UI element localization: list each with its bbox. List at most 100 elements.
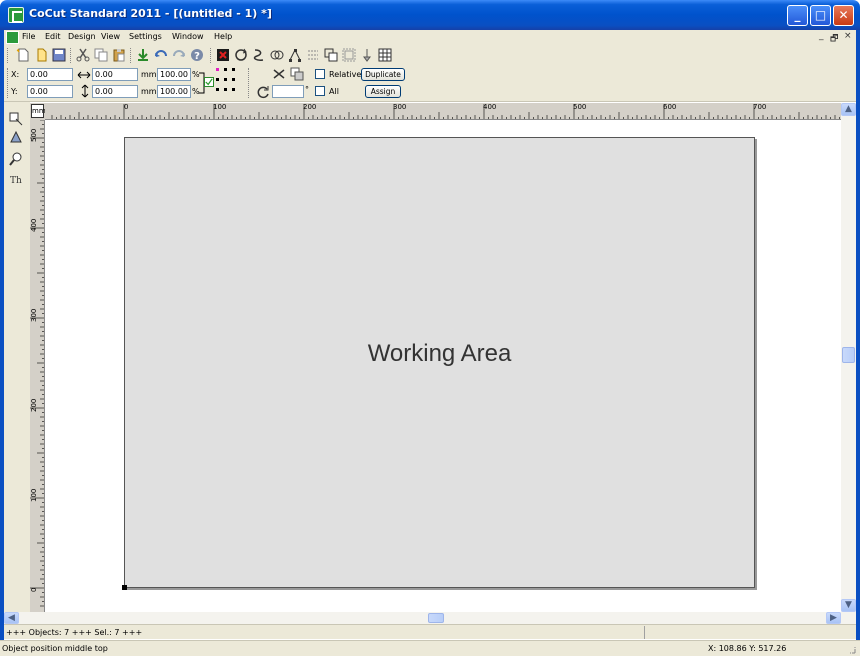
group-icon[interactable]	[324, 48, 338, 62]
contour-icon[interactable]	[342, 48, 356, 62]
window-frame-right	[856, 30, 860, 640]
ruler-y-tick-400: 400	[30, 218, 38, 232]
scroll-right-button[interactable]: ▶	[826, 612, 841, 624]
weld-icon[interactable]	[270, 48, 284, 62]
working-area[interactable]: Working Area	[124, 137, 755, 588]
scroll-left-button[interactable]: ◀	[4, 612, 19, 624]
document-icon[interactable]	[6, 31, 19, 44]
relative-label: Relative	[329, 70, 362, 79]
plot-icon[interactable]	[360, 48, 374, 62]
window-title: CoCut Standard 2011 - [(untitled - 1) *]	[29, 7, 272, 20]
width-input[interactable]: 0.00	[92, 68, 138, 81]
menu-view[interactable]: View	[101, 32, 120, 41]
app-icon[interactable]	[8, 7, 24, 23]
scroll-down-button[interactable]: ▼	[841, 599, 856, 612]
copy-icon[interactable]	[94, 48, 108, 62]
minimize-button[interactable]: _	[787, 5, 808, 26]
vertical-scrollbar[interactable]: ▲ ▼	[841, 103, 856, 612]
shape-tool-icon[interactable]	[9, 130, 23, 144]
rotate-angle-icon	[257, 86, 269, 99]
paste-icon[interactable]	[112, 48, 126, 62]
cut-icon[interactable]	[76, 48, 90, 62]
help-icon[interactable]: ?	[190, 48, 204, 62]
maximize-button[interactable]: □	[810, 5, 831, 26]
all-checkbox[interactable]	[315, 86, 325, 96]
duplicate-icon[interactable]	[290, 67, 304, 81]
width-arrow-icon	[77, 71, 91, 79]
drawing-canvas[interactable]: Working Area	[45, 120, 841, 612]
ruler-x-tick-0: 0	[124, 103, 129, 111]
x-label: X:	[11, 70, 20, 79]
resize-grip-icon[interactable]	[846, 644, 856, 654]
cursor-coordinates: X: 108.86 Y: 517.26	[708, 644, 787, 653]
relative-checkbox[interactable]	[315, 69, 325, 79]
horizontal-scroll-thumb[interactable]	[428, 613, 444, 623]
optimize-icon[interactable]	[306, 48, 320, 62]
menu-file[interactable]: File	[22, 32, 35, 41]
ruler-x-tick-700: 700	[753, 103, 767, 111]
open-icon[interactable]	[34, 48, 48, 62]
ruler-y-tick-200: 200	[30, 398, 38, 412]
width-scale-input[interactable]: 100.00	[157, 68, 191, 81]
horizontal-scrollbar[interactable]: ◀ ▶	[4, 612, 856, 624]
ruler-x-tick-400: 400	[483, 103, 497, 111]
svg-text:?: ?	[194, 51, 200, 62]
mdi-close-button[interactable]: ×	[844, 31, 852, 41]
height-input[interactable]: 0.00	[92, 85, 138, 98]
menu-edit[interactable]: Edit	[45, 32, 61, 41]
delete-icon[interactable]	[216, 48, 230, 62]
assign-button[interactable]: Assign	[365, 85, 401, 98]
ruler-y-tick-100: 100	[30, 488, 38, 502]
rotation-angle-input[interactable]	[272, 85, 304, 98]
title-bar: CoCut Standard 2011 - [(untitled - 1) *]…	[0, 0, 860, 30]
ruler-y-tick-300: 300	[30, 308, 38, 322]
horizontal-ruler-ticks	[51, 104, 840, 119]
menu-settings[interactable]: Settings	[129, 32, 162, 41]
mirror-icon[interactable]	[272, 67, 286, 81]
ruler-unit-selector[interactable]: mm	[31, 104, 46, 118]
svg-text:Th: Th	[10, 176, 22, 186]
trace-icon[interactable]	[252, 48, 266, 62]
height-arrow-icon	[81, 84, 89, 98]
ruler-y-tick-500: 500	[30, 128, 38, 142]
mdi-minimize-button[interactable]: _	[819, 31, 824, 41]
scroll-up-button[interactable]: ▲	[841, 103, 856, 116]
menu-window[interactable]: Window	[172, 32, 204, 41]
toolbar-separator	[130, 48, 132, 63]
node-icon[interactable]	[288, 48, 302, 62]
import-icon[interactable]	[136, 48, 150, 62]
save-icon[interactable]	[52, 48, 66, 62]
y-position-input[interactable]: 0.00	[27, 85, 73, 98]
undo-icon[interactable]	[154, 48, 168, 62]
height-unit-label: mm	[141, 87, 157, 96]
horizontal-ruler[interactable]: 0 100 200 300 400 500 600 700	[45, 103, 841, 120]
ruler-x-tick-200: 200	[303, 103, 317, 111]
ruler-x-tick-100: 100	[213, 103, 227, 111]
duplicate-button[interactable]: Duplicate	[361, 68, 405, 81]
origin-marker	[122, 585, 127, 590]
ruler-y-tick-0: 0	[30, 587, 38, 592]
grid-icon[interactable]	[378, 48, 392, 62]
reference-point-selector[interactable]	[216, 68, 238, 94]
toolbar-separator	[210, 48, 212, 63]
rotate-icon[interactable]	[234, 48, 248, 62]
y-label: Y:	[11, 87, 18, 96]
new-icon[interactable]	[16, 48, 30, 62]
menu-bar: File Edit Design View Settings Window He…	[4, 30, 856, 45]
select-tool-icon[interactable]	[9, 112, 23, 126]
vertical-ruler[interactable]: 500 400 300 200 100 0	[30, 120, 45, 612]
redo-icon[interactable]	[172, 48, 186, 62]
width-unit-label: mm	[141, 70, 157, 79]
toolbar-grip	[7, 48, 9, 63]
x-position-input[interactable]: 0.00	[27, 68, 73, 81]
toolbar-separator	[248, 68, 250, 98]
close-button[interactable]: ✕	[833, 5, 854, 26]
vertical-scroll-thumb[interactable]	[842, 347, 855, 363]
text-tool-icon[interactable]: Th	[9, 172, 23, 186]
height-scale-input[interactable]: 100.00	[157, 85, 191, 98]
tool-palette: Th	[4, 102, 30, 612]
menu-design[interactable]: Design	[68, 32, 96, 41]
zoom-tool-icon[interactable]	[9, 152, 23, 166]
proportional-checkbox[interactable]	[204, 77, 214, 87]
menu-help[interactable]: Help	[214, 32, 232, 41]
